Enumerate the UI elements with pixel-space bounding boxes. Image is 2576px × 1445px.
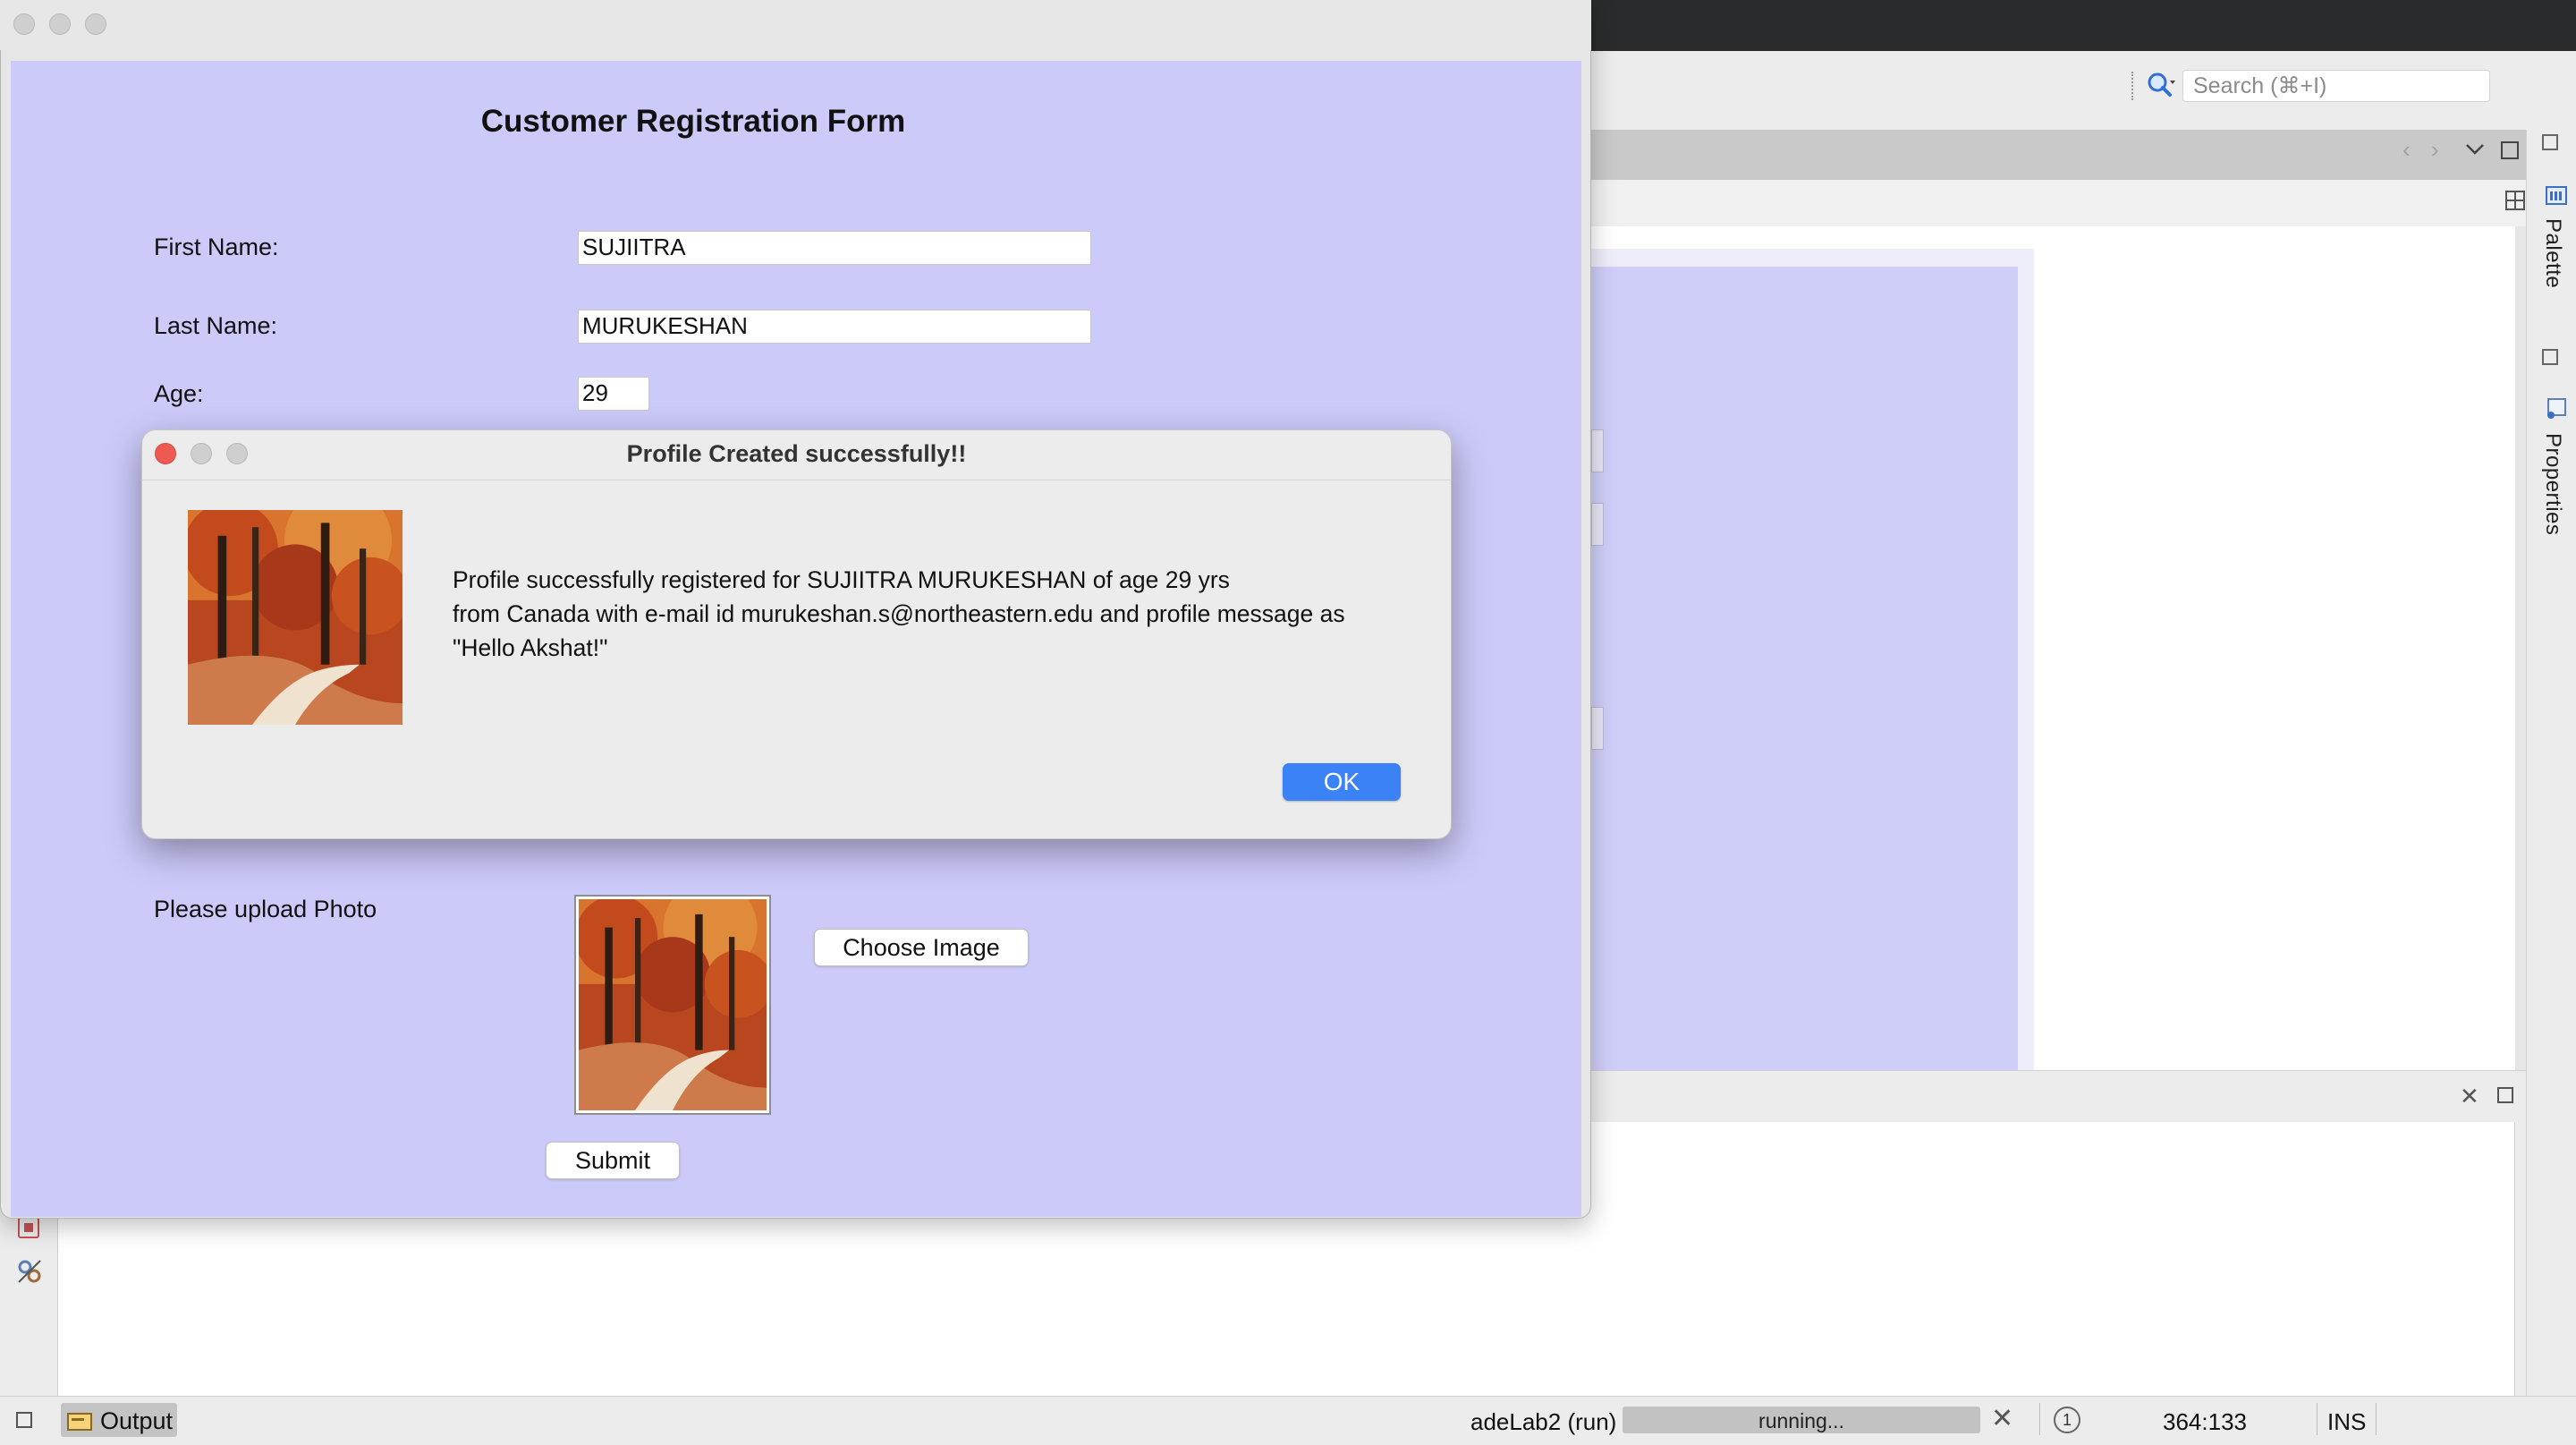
dialog-message-line: "Hello Akshat!" xyxy=(453,634,608,661)
submit-button[interactable]: Submit xyxy=(546,1142,680,1179)
first-name-label: First Name: xyxy=(154,234,279,260)
design-preview-panel xyxy=(1591,267,2018,1070)
photo-preview xyxy=(574,895,771,1115)
editor-tab-bar xyxy=(1591,130,2526,180)
editor-subtoolbar xyxy=(1591,180,2526,227)
output-panel-header xyxy=(1591,1070,2526,1123)
dialog-title: Profile Created successfully!! xyxy=(626,440,967,467)
restore-window-icon[interactable] xyxy=(16,1412,32,1428)
ok-button[interactable]: OK xyxy=(1283,763,1401,801)
app-titlebar[interactable] xyxy=(0,0,1591,50)
dialog-profile-image xyxy=(183,486,410,725)
minimize-window-button[interactable] xyxy=(49,13,71,35)
close-window-button[interactable] xyxy=(13,13,35,35)
palette-tab[interactable]: Palette xyxy=(2540,218,2565,288)
last-name-field[interactable]: MURUKESHAN xyxy=(578,310,1091,344)
dialog-message-line: Profile successfully registered for SUJI… xyxy=(453,566,1230,593)
cancel-task-icon[interactable]: ✕ xyxy=(1991,1403,2013,1435)
design-component xyxy=(1591,429,1604,472)
properties-icon xyxy=(2546,397,2567,419)
insert-mode: INS xyxy=(2327,1408,2367,1435)
status-divider xyxy=(2376,1403,2377,1435)
autumn-forest-image xyxy=(579,899,767,1110)
form-title: Customer Registration Form xyxy=(480,104,906,139)
age-field[interactable]: 29 xyxy=(578,377,649,411)
status-divider xyxy=(2317,1403,2318,1435)
chevron-right-icon[interactable]: › xyxy=(2431,136,2439,164)
choose-image-button[interactable]: Choose Image xyxy=(814,929,1029,966)
last-name-label: Last Name: xyxy=(154,312,278,339)
properties-tab[interactable]: Properties xyxy=(2540,433,2565,535)
design-component xyxy=(1591,503,1604,546)
photo-upload-label: Please upload Photo xyxy=(154,896,377,922)
chevron-down-icon[interactable] xyxy=(2465,143,2485,160)
toolbar-separator xyxy=(2131,72,2135,100)
run-task-label: adeLab2 (run) xyxy=(1470,1408,1617,1435)
design-component xyxy=(1591,707,1604,750)
status-divider xyxy=(2039,1403,2040,1435)
progress-text: running... xyxy=(1758,1409,1844,1432)
maximize-icon[interactable] xyxy=(2501,141,2519,159)
stop-icon[interactable] xyxy=(18,1217,39,1238)
editor-scrollbar[interactable] xyxy=(2515,226,2526,1070)
output-tab-label: Output xyxy=(100,1407,174,1434)
restore-window-icon[interactable] xyxy=(2542,134,2558,150)
ide-search-placeholder: Search (⌘+I) xyxy=(2193,73,2327,98)
restore-window-icon[interactable] xyxy=(2542,349,2558,365)
chevron-left-icon[interactable]: ‹ xyxy=(2402,136,2411,164)
zoom-window-button[interactable] xyxy=(85,13,106,35)
restore-window-icon[interactable] xyxy=(2497,1087,2513,1103)
close-icon[interactable]: ✕ xyxy=(2460,1083,2479,1110)
caret-position: 364:133 xyxy=(2163,1408,2247,1435)
search-icon[interactable] xyxy=(2145,70,2177,102)
age-label: Age: xyxy=(154,380,204,407)
output-icon xyxy=(66,1410,93,1436)
settings-icon[interactable] xyxy=(16,1258,43,1289)
right-side-rail xyxy=(2526,130,2576,1444)
notifications-icon[interactable]: 1 xyxy=(2054,1407,2080,1433)
grid-toggle-icon[interactable] xyxy=(2504,190,2526,216)
palette-icon xyxy=(2546,184,2567,206)
first-name-field[interactable]: SUJIITRA xyxy=(578,231,1091,265)
dialog-message-line: from Canada with e-mail id murukeshan.s@… xyxy=(453,600,1345,627)
